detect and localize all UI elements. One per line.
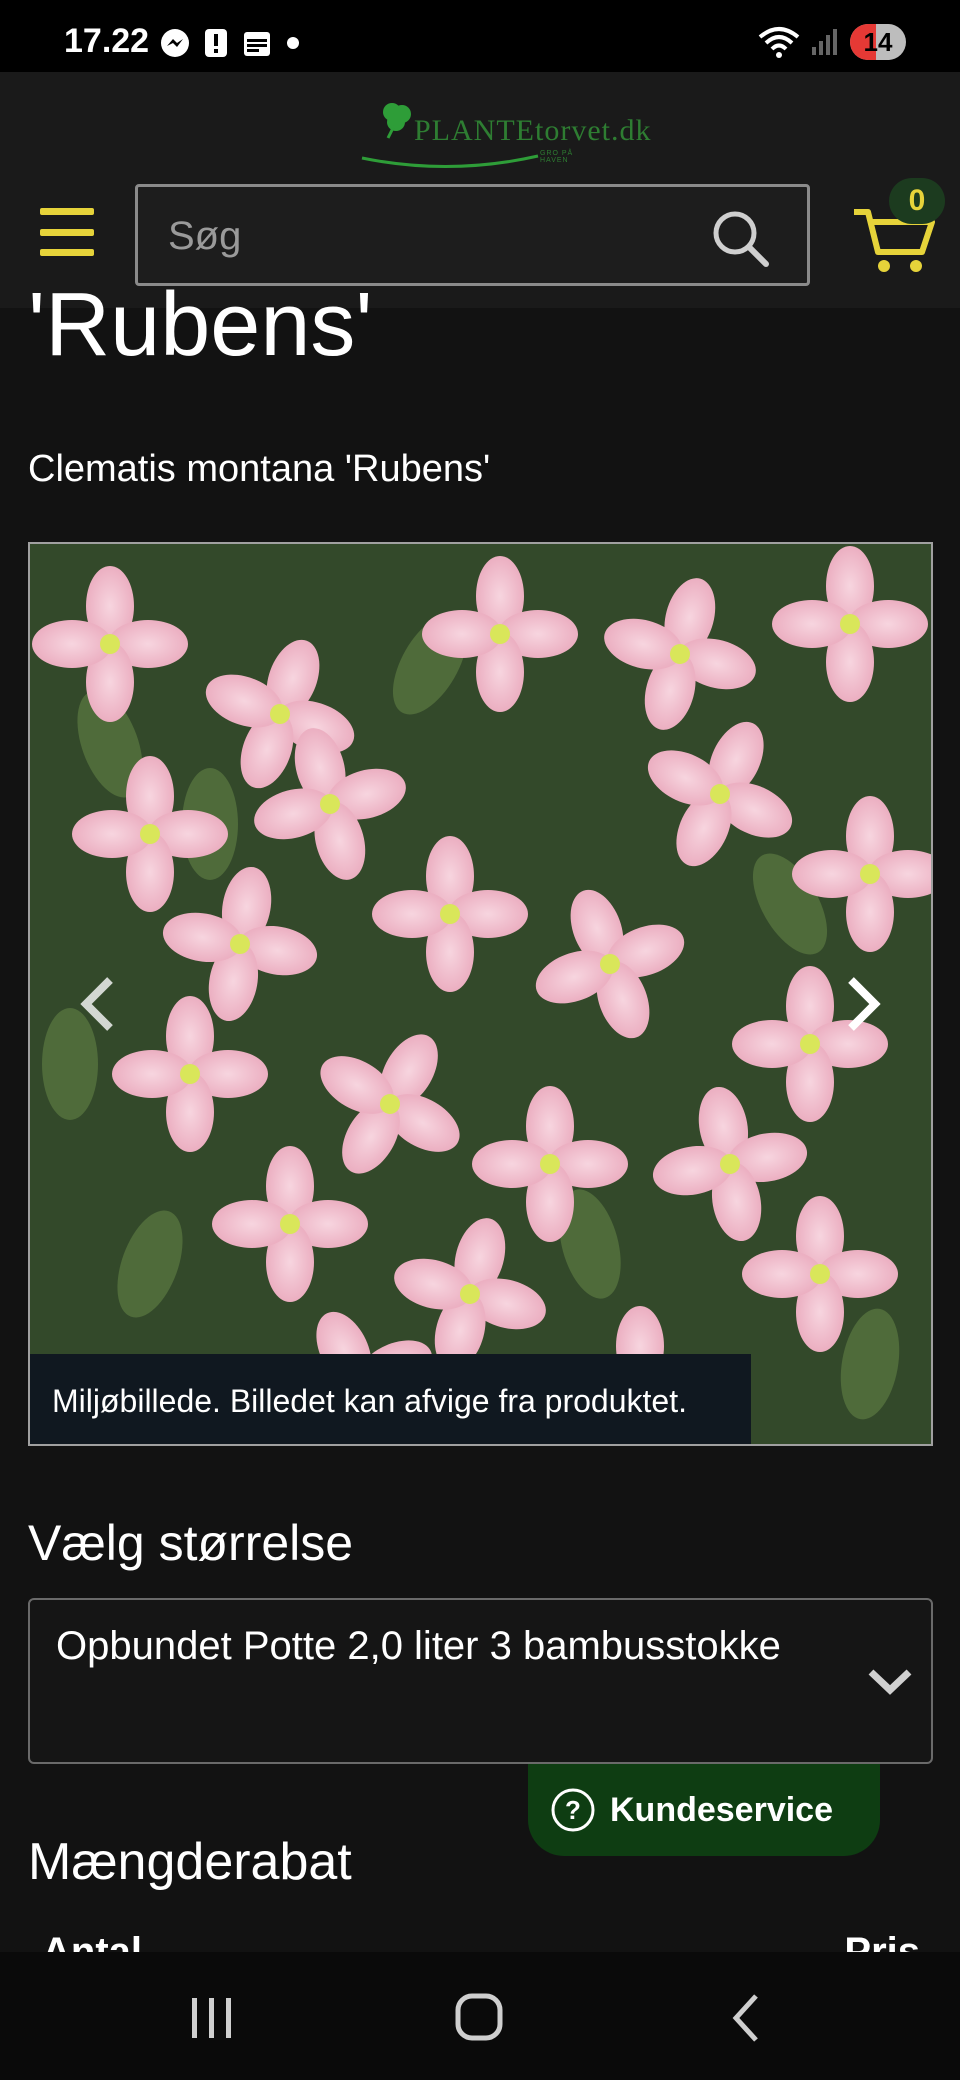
- menu-line: [40, 208, 94, 215]
- wifi-icon: [758, 27, 800, 58]
- search-input[interactable]: [168, 213, 688, 259]
- dot-icon: [287, 37, 299, 49]
- chevron-left-icon: [80, 977, 113, 1031]
- product-latin-name: Clematis montana 'Rubens': [28, 448, 491, 490]
- logo-text: PLANTEtorvet.dk: [414, 114, 652, 147]
- system-icons: 14: [758, 24, 906, 60]
- status-time: 17.22: [64, 22, 150, 60]
- home-icon[interactable]: [450, 1992, 510, 2044]
- menu-line: [40, 228, 94, 236]
- product-photo: [30, 544, 931, 1444]
- alert-icon: [205, 29, 227, 57]
- recent-apps-icon[interactable]: [182, 1992, 242, 2044]
- back-icon[interactable]: [720, 1992, 780, 2044]
- menu-line: [40, 249, 94, 256]
- image-caption: Miljøbillede. Billedet kan afvige fra pr…: [30, 1354, 751, 1444]
- search-icon[interactable]: [709, 207, 771, 269]
- svg-text:?: ?: [565, 1795, 581, 1825]
- notification-icons: [160, 28, 300, 58]
- hamburger-menu-button[interactable]: [40, 208, 94, 256]
- messenger-icon: [161, 29, 189, 57]
- chevron-down-icon: [868, 1669, 912, 1695]
- customer-service-button[interactable]: ? Kundeservice: [528, 1764, 880, 1856]
- gallery-prev-button[interactable]: [68, 964, 128, 1044]
- cart-count-badge[interactable]: 0: [889, 178, 945, 224]
- gallery-next-button[interactable]: [833, 964, 893, 1044]
- help-icon: ?: [551, 1788, 595, 1832]
- logo-swoosh: [361, 154, 539, 168]
- discount-heading: Mængderabat: [28, 1833, 352, 1891]
- status-bar: 17.22 14: [0, 0, 960, 72]
- product-image-gallery[interactable]: Miljøbillede. Billedet kan afvige fra pr…: [28, 542, 933, 1446]
- site-header: PLANTEtorvet.dk GRO PÅ HAVEN: [0, 72, 960, 308]
- logo-subtext: GRO PÅ HAVEN: [540, 150, 574, 164]
- search-bar[interactable]: [135, 184, 810, 286]
- system-nav-bar: [0, 1952, 960, 2080]
- size-select[interactable]: Opbundet Potte 2,0 liter 3 bambusstokke: [28, 1598, 933, 1764]
- calendar-icon: [244, 32, 270, 56]
- clover-icon: [383, 103, 411, 139]
- size-heading: Vælg størrelse: [28, 1515, 354, 1571]
- signal-icon: [812, 29, 837, 55]
- chevron-right-icon: [848, 977, 881, 1031]
- product-title: 'Rubens': [28, 275, 373, 375]
- battery-level: 14: [863, 26, 893, 57]
- customer-service-label: Kundeservice: [610, 1790, 833, 1829]
- size-selected-value: Opbundet Potte 2,0 liter 3 bambusstokke: [56, 1624, 781, 1668]
- battery-indicator: 14: [850, 24, 906, 60]
- site-logo[interactable]: PLANTEtorvet.dk GRO PÅ HAVEN: [360, 100, 650, 170]
